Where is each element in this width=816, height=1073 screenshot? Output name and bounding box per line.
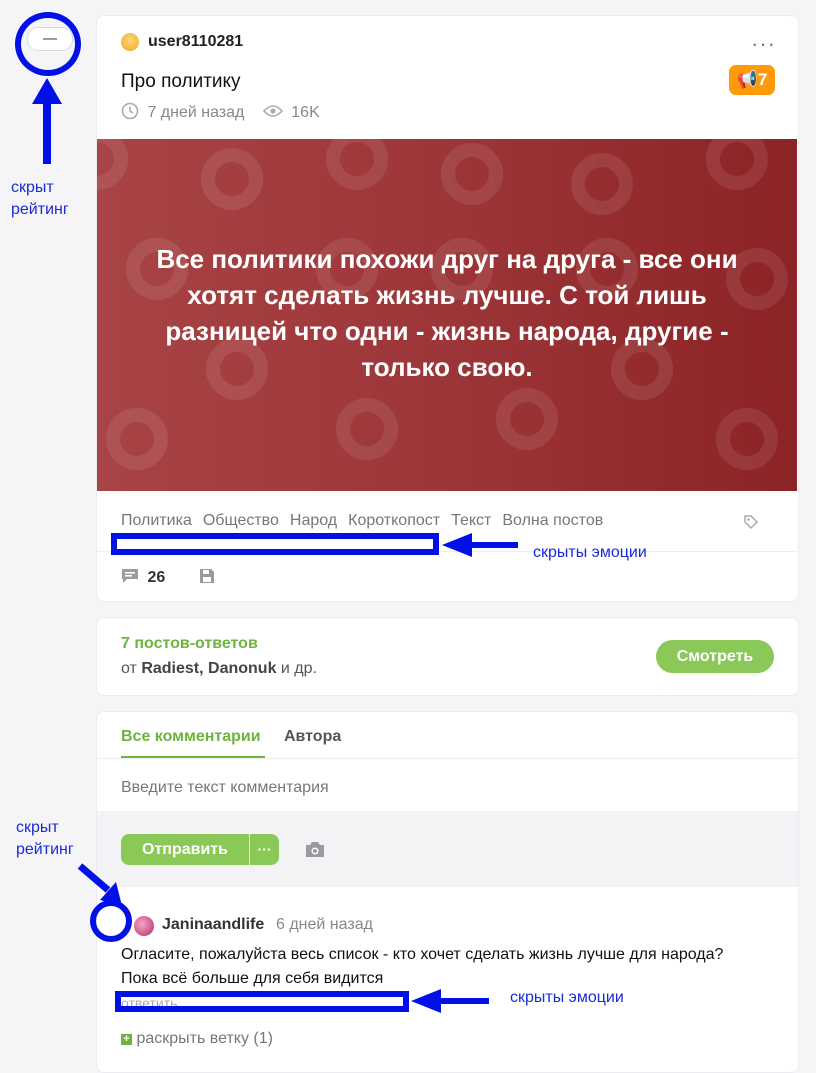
expand-thread-label: раскрыть ветку (1): [136, 1030, 273, 1047]
tag[interactable]: Волна постов: [502, 512, 603, 529]
annotation-arrow-left: [442, 533, 518, 557]
annotation-label-hidden-emotions: скрыты эмоции: [510, 989, 624, 1006]
annotation-circle-rating: [15, 12, 81, 76]
save-icon[interactable]: [199, 568, 215, 584]
annotation-box-emotions: [115, 991, 409, 1012]
annotation-arrow-left: [411, 989, 489, 1013]
send-comment-button[interactable]: Отправить: [121, 834, 249, 865]
expand-thread[interactable]: + раскрыть ветку (1): [121, 1030, 273, 1048]
post-author[interactable]: user8110281: [148, 33, 243, 51]
comments-card: Все комментарии Автора Введите текст ком…: [96, 711, 799, 1073]
annotation-circle-rating: [90, 900, 132, 942]
tag-list: Политика Общество Народ Короткопост Текст Вол…: [121, 512, 614, 530]
comment-input[interactable]: Введите текст комментария: [97, 759, 798, 811]
tag[interactable]: Народ: [290, 512, 337, 529]
annotation-label-hidden-rating: скрыт рейтинг: [16, 819, 74, 858]
post-meta: 7 дней назад 16K: [121, 102, 320, 122]
reply-authors[interactable]: Radiest, Danonuk: [141, 660, 276, 677]
annotation-arrow-up: [32, 78, 62, 164]
rating-badge-value: 7: [757, 70, 768, 89]
annotation-label-hidden-emotions: скрыты эмоции: [533, 544, 647, 561]
comments-count: 26: [147, 569, 166, 586]
reply-from-prefix: от: [121, 660, 137, 677]
tab-all-comments[interactable]: Все комментарии: [121, 728, 261, 746]
plus-icon: +: [121, 1034, 132, 1045]
send-options-button[interactable]: ···: [250, 834, 279, 865]
post-card: user8110281 ··· Про политику 📢7 7 дней н…: [96, 15, 799, 602]
rating-badge[interactable]: 📢7: [729, 65, 775, 95]
post-views: 16K: [291, 104, 320, 121]
tag[interactable]: Политика: [121, 512, 192, 529]
post-time: 7 дней назад: [147, 104, 245, 121]
comments-counter[interactable]: 26: [121, 568, 165, 587]
reply-suffix: и др.: [280, 660, 317, 677]
comment-author-avatar[interactable]: [134, 916, 154, 936]
eye-icon: [262, 105, 283, 117]
tag[interactable]: Текст: [451, 512, 491, 529]
post-title[interactable]: Про политику: [121, 71, 241, 93]
comment-icon: [122, 569, 138, 583]
post-image-banner[interactable]: Все политики похожи друг на друга - все …: [97, 139, 797, 491]
annotation-box-emotions: [111, 533, 439, 555]
megaphone-icon: 📢: [736, 70, 758, 89]
more-options-icon[interactable]: ···: [751, 31, 776, 57]
clock-icon: [121, 102, 139, 120]
comment-text-line: Пока всё больше для себя видится: [121, 970, 384, 987]
view-replies-button[interactable]: Смотреть: [656, 640, 774, 673]
comment-author[interactable]: Janinaandlife: [162, 916, 264, 934]
tab-author[interactable]: Автора: [284, 728, 341, 746]
comment-time: 6 дней назад: [276, 916, 373, 933]
annotation-label-hidden-rating: скрыт рейтинг: [11, 179, 69, 218]
reply-posts-card: 7 постов-ответов от Radiest, Danonuk и д…: [96, 617, 799, 696]
banner-quote: Все политики похожи друг на друга - все …: [156, 244, 738, 382]
comment-text-line: Огласите, пожалуйста весь список - кто х…: [121, 946, 724, 963]
camera-icon[interactable]: [305, 841, 325, 858]
reply-posts-title[interactable]: 7 постов-ответов: [121, 635, 258, 653]
reply-posts-authors: от Radiest, Danonuk и др.: [121, 660, 317, 678]
tag[interactable]: Общество: [203, 512, 279, 529]
tag-icon[interactable]: [743, 514, 759, 530]
tag[interactable]: Короткопост: [348, 512, 440, 529]
author-avatar[interactable]: [121, 33, 139, 51]
comment-form-area: Введите текст комментария Отправить ···: [97, 759, 798, 887]
comment-input-placeholder: Введите текст комментария: [121, 779, 329, 796]
